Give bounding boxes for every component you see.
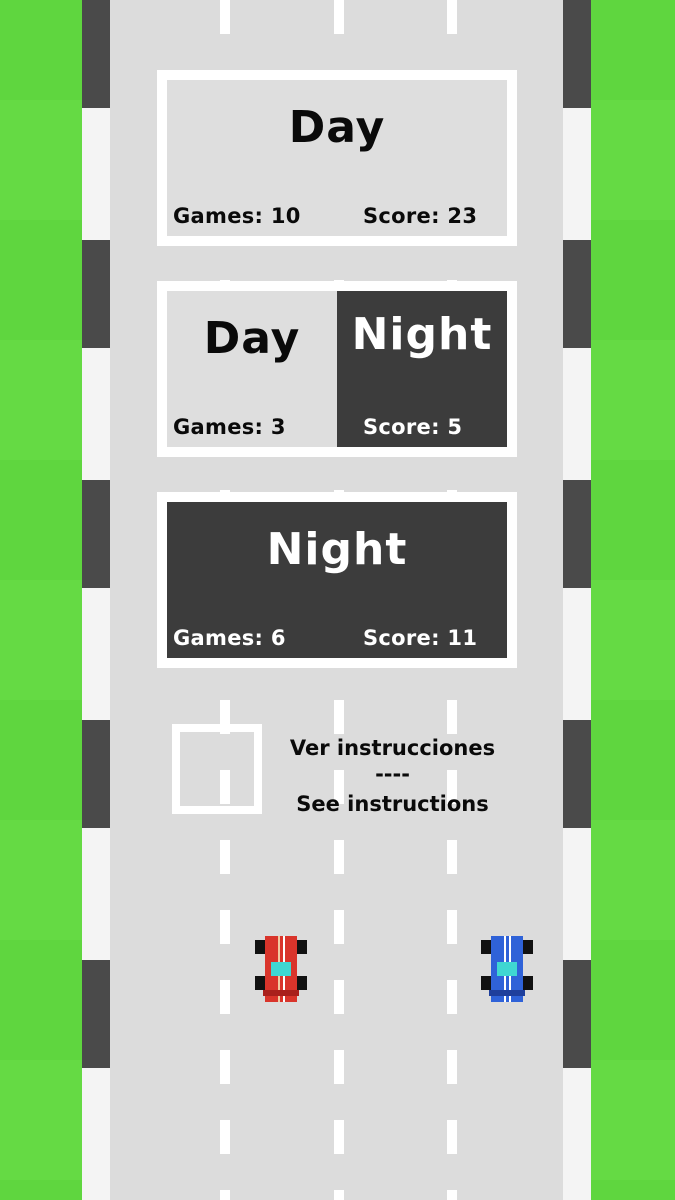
games-count: Games: 3	[173, 415, 286, 439]
mode-title-night: Night	[351, 309, 493, 360]
grass-right	[591, 0, 675, 1200]
instructions-checkbox[interactable]	[172, 724, 262, 814]
instructions-label-en[interactable]: See instructions	[270, 792, 515, 816]
curb-left	[82, 0, 110, 1200]
mode-title-day: Day	[203, 313, 301, 364]
day-night-mode-button[interactable]: Day Night Games: 3 Score: 5	[157, 281, 517, 457]
instructions-label-es[interactable]: Ver instrucciones	[270, 736, 515, 760]
blue-car-icon	[481, 936, 533, 1002]
mode-title: Day	[288, 102, 386, 153]
grass-left	[0, 0, 84, 1200]
score-value: Score: 11	[363, 626, 478, 650]
day-mode-button[interactable]: Day Games: 10 Score: 23	[157, 70, 517, 246]
games-count: Games: 10	[173, 204, 301, 228]
games-count: Games: 6	[173, 626, 286, 650]
score-value: Score: 5	[363, 415, 463, 439]
mode-title: Night	[266, 524, 408, 575]
night-mode-button[interactable]: Night Games: 6 Score: 11	[157, 492, 517, 668]
curb-right	[563, 0, 591, 1200]
score-value: Score: 23	[363, 204, 478, 228]
instructions-separator: ----	[375, 762, 410, 786]
red-car-icon	[255, 936, 307, 1002]
